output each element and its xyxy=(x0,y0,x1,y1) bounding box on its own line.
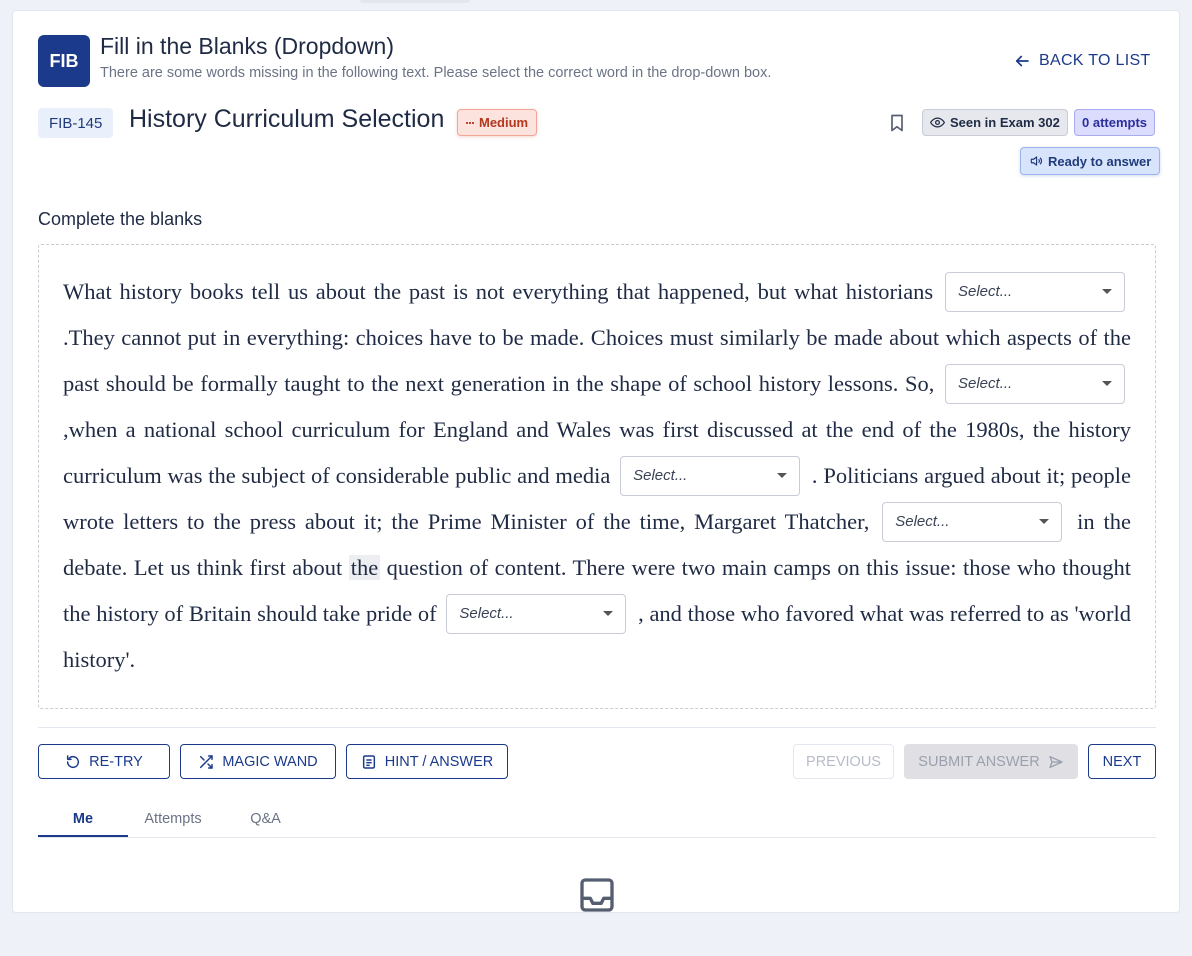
dropdown-placeholder: Select... xyxy=(633,466,688,484)
ready-status-label: Ready to answer xyxy=(1048,153,1152,169)
hint-answer-label: HINT / ANSWER xyxy=(384,753,494,770)
question-id-badge: FIB-145 xyxy=(38,108,114,138)
magic-wand-button[interactable]: MAGIC WAND xyxy=(180,744,336,779)
caret-down-icon xyxy=(1102,289,1112,295)
retry-icon xyxy=(67,754,80,768)
passage-text: What history books tell us about the pas… xyxy=(63,269,1131,683)
inbox-icon xyxy=(580,878,614,912)
previous-button[interactable]: PREVIOUS xyxy=(793,744,894,779)
dropdown-placeholder: Select... xyxy=(958,374,1013,392)
tab-attempts[interactable]: Attempts xyxy=(133,801,213,837)
difficulty-label: Medium xyxy=(479,115,529,130)
retry-button[interactable]: RE-TRY xyxy=(38,744,170,779)
question-type-title: Fill in the Blanks (Dropdown) xyxy=(100,33,395,59)
tab-me[interactable]: Me xyxy=(38,801,128,837)
hint-answer-button[interactable]: HINT / ANSWER xyxy=(346,744,508,779)
caret-down-icon xyxy=(1102,381,1112,387)
difficulty-dash-icon xyxy=(466,121,474,124)
passage-segment: What history books tell us about the pas… xyxy=(63,279,941,304)
blank-dropdown-4[interactable]: Select... xyxy=(882,501,1063,542)
caret-down-icon xyxy=(603,611,614,617)
dropdown-placeholder: Select... xyxy=(958,282,1013,300)
section-label: Complete the blanks xyxy=(38,209,203,229)
attempts-badge: 0 attempts xyxy=(1074,109,1156,136)
submit-answer-label: SUBMIT ANSWER xyxy=(918,753,1040,770)
send-icon xyxy=(1049,755,1063,768)
seen-in-exam-label: Seen in Exam 302 xyxy=(950,115,1060,130)
dropdown-placeholder: Select... xyxy=(459,604,514,622)
caret-down-icon xyxy=(777,473,788,479)
seen-in-exam-badge: Seen in Exam 302 xyxy=(922,109,1068,136)
tab-divider xyxy=(38,837,1156,838)
difficulty-badge: Medium xyxy=(457,109,538,136)
next-button[interactable]: NEXT xyxy=(1088,744,1156,779)
previous-label: PREVIOUS xyxy=(806,753,881,770)
passage-container: What history books tell us about the pas… xyxy=(38,244,1156,709)
retry-label: RE-TRY xyxy=(89,753,143,770)
arrow-left-icon xyxy=(1015,55,1029,67)
dropdown-placeholder: Select... xyxy=(895,512,950,530)
question-type-subtitle: There are some words missing in the foll… xyxy=(100,65,772,81)
divider xyxy=(38,727,1156,728)
back-to-list-label: BACK TO LIST xyxy=(1039,52,1151,69)
question-title: History Curriculum Selection xyxy=(129,105,445,133)
blank-dropdown-5[interactable]: Select... xyxy=(446,593,627,634)
blank-dropdown-1[interactable]: Select... xyxy=(945,271,1125,312)
highlighted-word: the xyxy=(348,555,381,580)
top-scroll-hint xyxy=(360,0,470,3)
eye-icon xyxy=(930,117,945,128)
blank-dropdown-3[interactable]: Select... xyxy=(620,455,801,496)
shuffle-icon xyxy=(200,754,214,769)
back-to-list-button[interactable]: BACK TO LIST xyxy=(1013,49,1151,73)
speaker-icon xyxy=(1030,156,1043,166)
document-icon xyxy=(362,754,375,769)
next-label: NEXT xyxy=(1102,753,1142,770)
caret-down-icon xyxy=(1039,519,1050,525)
submit-answer-button[interactable]: SUBMIT ANSWER xyxy=(904,744,1078,779)
ready-status-badge: Ready to answer xyxy=(1020,147,1161,175)
question-card: FIB Fill in the Blanks (Dropdown) There … xyxy=(12,10,1180,913)
magic-wand-label: MAGIC WAND xyxy=(222,753,318,770)
blank-dropdown-2[interactable]: Select... xyxy=(945,363,1125,404)
fib-logo: FIB xyxy=(38,35,90,87)
bookmark-icon[interactable] xyxy=(887,113,907,133)
tab-qa[interactable]: Q&A xyxy=(238,801,293,837)
